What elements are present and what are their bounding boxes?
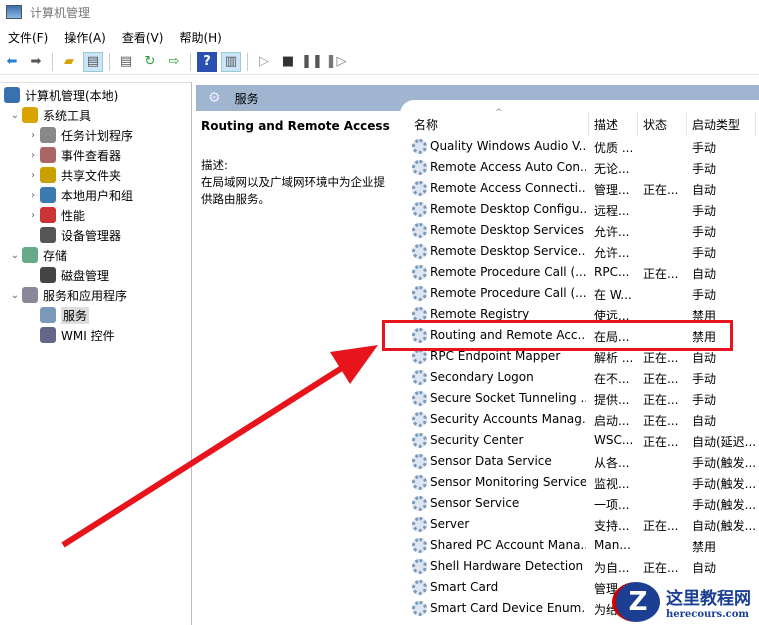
watermark: Z 这里教程网 herecours.com [612, 582, 751, 622]
watermark-logo: Z [612, 582, 660, 622]
watermark-url: herecours.com [666, 609, 750, 620]
watermark-title: 这里教程网 [666, 589, 751, 609]
red-arrow [61, 345, 378, 548]
